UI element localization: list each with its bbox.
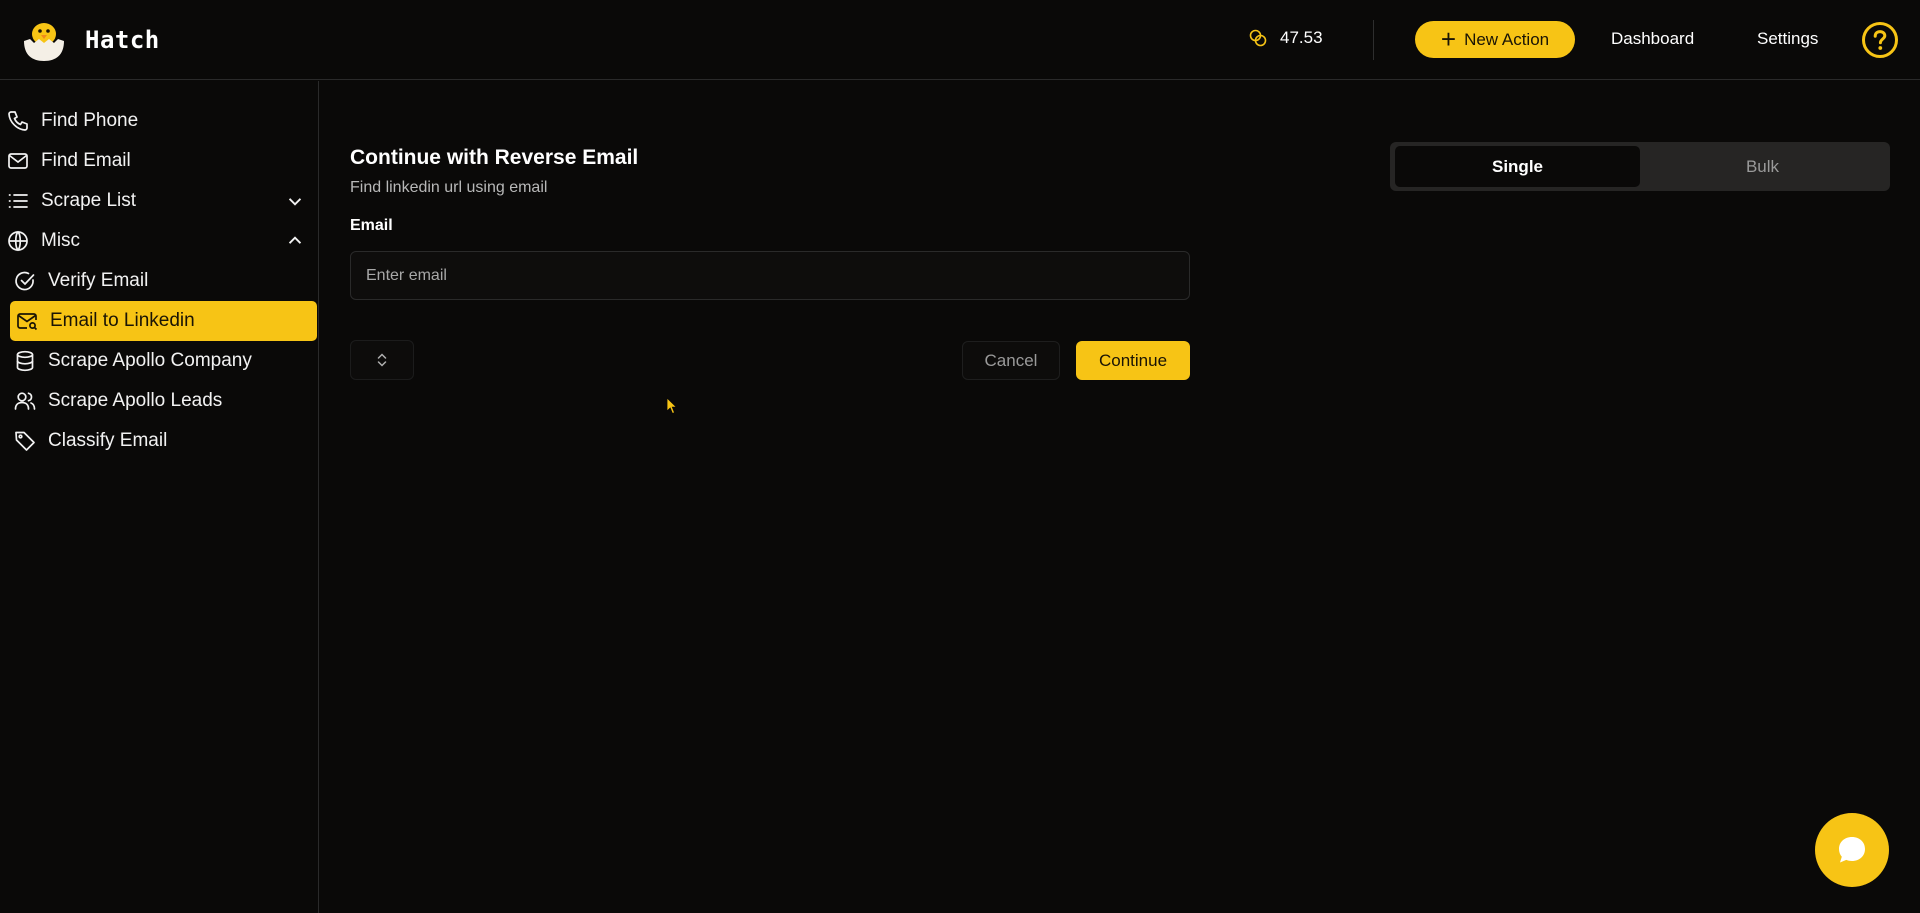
brand-name: Hatch [85, 26, 160, 54]
coins-icon [1249, 29, 1267, 47]
sidebar-item-label: Find Phone [41, 110, 139, 131]
users-icon [12, 388, 38, 414]
credits-balance: 47.53 [1248, 28, 1323, 48]
sidebar-item-verify-email[interactable]: Verify Email [12, 261, 316, 301]
mouse-cursor-icon [666, 397, 678, 415]
sidebar-item-label: Verify Email [48, 270, 149, 291]
sidebar-item-misc[interactable]: Misc [5, 221, 315, 261]
sidebar-item-classify-email[interactable]: Classify Email [12, 421, 316, 461]
email-input[interactable] [350, 251, 1190, 300]
continue-button[interactable]: Continue [1076, 341, 1190, 380]
help-icon[interactable] [1861, 21, 1899, 59]
database-icon [12, 348, 38, 374]
globe-icon [5, 228, 31, 254]
new-action-label: New Action [1464, 29, 1550, 49]
email-label: Email [350, 217, 393, 234]
credits-value: 47.53 [1280, 28, 1323, 47]
chevron-up-icon[interactable] [283, 229, 307, 253]
tag-icon [12, 428, 38, 454]
sidebar-item-email-to-linkedin[interactable]: Email to Linkedin [10, 301, 317, 341]
tab-bulk[interactable]: Bulk [1640, 146, 1885, 187]
plus-icon: + [1440, 23, 1457, 54]
nav-settings[interactable]: Settings [1757, 29, 1818, 49]
stepper-control[interactable] [350, 340, 414, 380]
top-bar: Hatch 47.53 + New Action Dashboard Setti… [0, 0, 1920, 80]
chevron-down-icon[interactable] [283, 189, 307, 213]
tab-single[interactable]: Single [1395, 146, 1640, 187]
chevron-up-down-icon [377, 353, 387, 367]
sidebar-item-label: Scrape List [41, 190, 137, 211]
page-subtitle: Find linkedin url using email [350, 179, 548, 196]
nav-dashboard[interactable]: Dashboard [1611, 29, 1694, 49]
sidebar-item-find-phone[interactable]: Find Phone [5, 101, 315, 141]
sidebar-item-label: Classify Email [48, 430, 168, 451]
sidebar-item-label: Email to Linkedin [50, 310, 195, 331]
hatch-logo-icon[interactable] [20, 17, 68, 65]
chat-bubble-icon [1839, 837, 1865, 863]
mail-search-icon [14, 308, 40, 334]
check-circle-icon [12, 268, 38, 294]
chat-support-button[interactable] [1815, 813, 1889, 887]
list-icon [5, 188, 31, 214]
sidebar-item-scrape-apollo-leads[interactable]: Scrape Apollo Leads [12, 381, 316, 421]
sidebar-item-label: Scrape Apollo Company [48, 350, 252, 371]
cancel-button[interactable]: Cancel [962, 341, 1060, 380]
header-divider [1373, 20, 1374, 60]
sidebar-item-scrape-list[interactable]: Scrape List [5, 181, 315, 221]
phone-icon [5, 108, 31, 134]
sidebar: Find Phone Find Email Scrape List Misc V… [0, 81, 319, 913]
new-action-button[interactable]: + New Action [1415, 21, 1575, 58]
sidebar-item-scrape-apollo-company[interactable]: Scrape Apollo Company [12, 341, 316, 381]
sidebar-item-label: Scrape Apollo Leads [48, 390, 223, 411]
mode-toggle: Single Bulk [1390, 142, 1890, 191]
page-title: Continue with Reverse Email [350, 146, 639, 169]
sidebar-item-label: Misc [41, 230, 81, 251]
sidebar-item-find-email[interactable]: Find Email [5, 141, 315, 181]
mail-icon [5, 148, 31, 174]
sidebar-item-label: Find Email [41, 150, 131, 171]
